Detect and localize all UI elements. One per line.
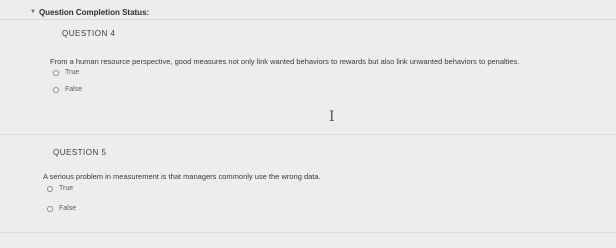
divider bbox=[0, 19, 616, 20]
option-label: False bbox=[59, 205, 77, 212]
option-true[interactable]: True bbox=[53, 69, 79, 76]
chevron-down-icon[interactable]: ▼ bbox=[30, 9, 36, 15]
text-cursor-icon: I bbox=[329, 109, 335, 125]
option-label: True bbox=[65, 69, 80, 76]
option-label: False bbox=[65, 86, 83, 93]
radio-button[interactable] bbox=[53, 86, 59, 93]
option-false[interactable]: False bbox=[53, 86, 82, 93]
option-false[interactable]: False bbox=[47, 205, 76, 212]
option-true[interactable]: True bbox=[47, 185, 73, 192]
radio-button[interactable] bbox=[47, 185, 53, 192]
divider bbox=[0, 232, 616, 233]
question-completion-status[interactable]: ▼ Question Completion Status: bbox=[30, 5, 149, 19]
divider bbox=[0, 134, 616, 135]
option-label: True bbox=[59, 185, 74, 192]
question-header: QUESTION 5 bbox=[53, 148, 107, 157]
question-header: QUESTION 4 bbox=[62, 29, 116, 38]
status-label: Question Completion Status: bbox=[38, 7, 150, 17]
question-text: A serious problem in measurement is that… bbox=[43, 172, 321, 181]
radio-button[interactable] bbox=[53, 69, 59, 76]
question-text: From a human resource perspective, good … bbox=[50, 57, 520, 66]
radio-button[interactable] bbox=[47, 205, 53, 212]
